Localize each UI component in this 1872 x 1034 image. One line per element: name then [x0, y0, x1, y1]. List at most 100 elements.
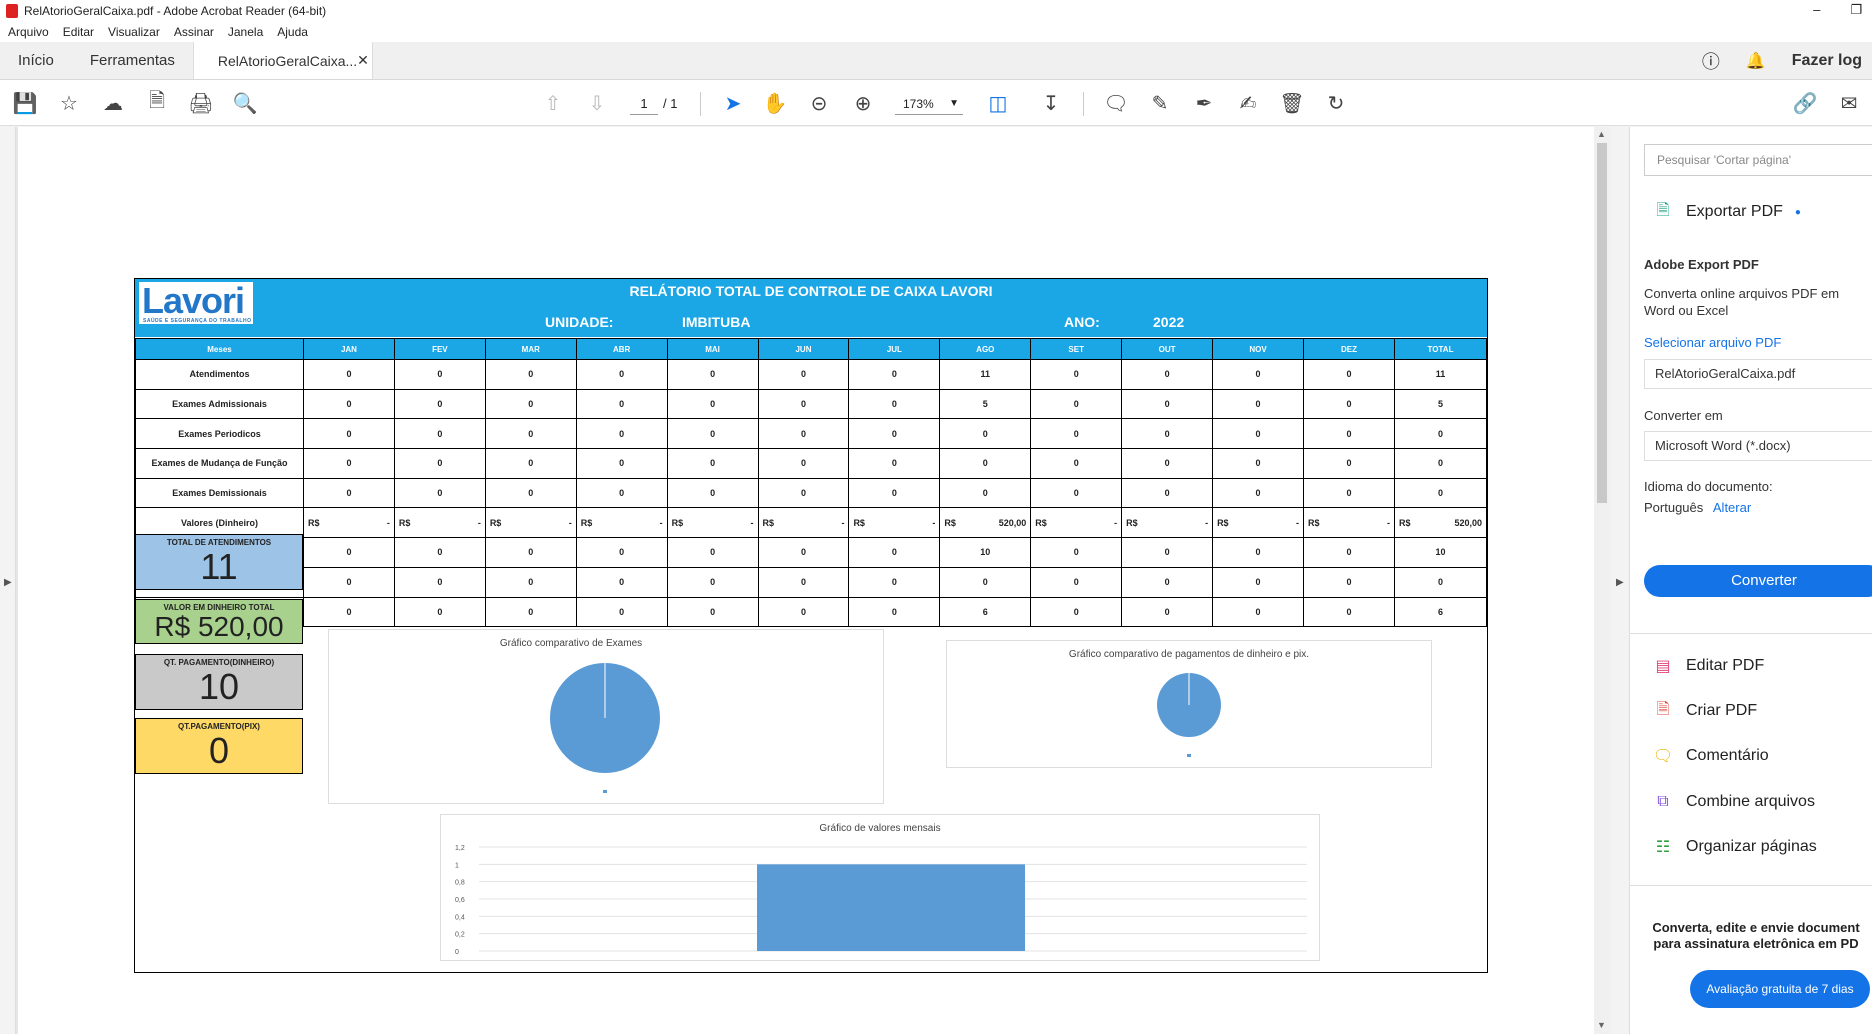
prev-page-icon[interactable]: ⇧: [540, 90, 566, 116]
table-cell: 0: [1212, 388, 1304, 420]
currency-symbol: R$: [1307, 517, 1320, 528]
comment-icon[interactable]: 🗨: [1103, 90, 1129, 116]
change-language-link[interactable]: Alterar: [1713, 500, 1751, 515]
table-cell: 0: [393, 566, 486, 598]
column-header: DEZ: [1302, 338, 1396, 360]
fit-page-icon[interactable]: ◫: [985, 90, 1011, 116]
sign-icon[interactable]: ✒: [1191, 90, 1217, 116]
hand-icon[interactable]: ✋: [762, 90, 788, 116]
tab-home[interactable]: Início: [0, 42, 72, 79]
menu-ajuda[interactable]: Ajuda: [277, 25, 308, 39]
tools-search-input[interactable]: Pesquisar 'Cortar página': [1644, 144, 1872, 176]
tool-edit-pdf[interactable]: ▤ Editar PDF: [1652, 655, 1764, 677]
trash-icon[interactable]: 🗑: [1279, 90, 1305, 116]
tab-tools[interactable]: Ferramentas: [72, 42, 193, 79]
table-cell: 0: [1121, 566, 1214, 598]
close-icon[interactable]: ✕: [357, 52, 369, 69]
table-cell: 0: [666, 596, 759, 628]
next-page-icon[interactable]: ⇩: [584, 90, 610, 116]
select-cursor-icon[interactable]: ➤: [720, 90, 746, 116]
table-cell: 0: [1302, 596, 1396, 628]
rotate-icon[interactable]: ↻: [1323, 90, 1349, 116]
highlight-pen-icon[interactable]: ✎: [1147, 90, 1173, 116]
table-cell: 0: [1030, 566, 1123, 598]
scrollbar-thumb[interactable]: [1597, 143, 1607, 503]
table-cell: 0: [666, 388, 759, 420]
convert-to-label: Converter em: [1644, 408, 1723, 423]
kpi-box: QT. PAGAMENTO(DINHEIRO) 10: [135, 654, 303, 710]
tool-create-pdf[interactable]: 🗎 Criar PDF: [1652, 700, 1758, 722]
table-cell: 0: [848, 477, 941, 509]
table-cell: 5: [939, 388, 1032, 420]
zoom-in-icon[interactable]: ⊕: [850, 90, 876, 116]
save-icon[interactable]: 💾: [12, 90, 38, 116]
kpi-value: 0: [208, 730, 230, 771]
tool-organize[interactable]: ☷ Organizar páginas: [1652, 836, 1817, 858]
table-cell: 0: [848, 537, 941, 568]
y-tick-label: 0: [455, 949, 459, 956]
edit-pdf-icon[interactable]: ✍: [1235, 90, 1261, 116]
zoom-search-icon[interactable]: 🔍: [232, 90, 258, 116]
zoom-value: 173%: [903, 97, 934, 111]
scroll-mode-icon[interactable]: ↧: [1038, 90, 1064, 116]
login-button[interactable]: Fazer log: [1792, 52, 1862, 70]
tool-comment[interactable]: 🗨 Comentário: [1652, 745, 1769, 767]
export-pdf-header[interactable]: 🗎 Exportar PDF ●: [1652, 201, 1801, 223]
select-file-link[interactable]: Selecionar arquivo PDF: [1644, 335, 1781, 350]
currency-symbol: R$: [1126, 517, 1138, 528]
export-pdf-icon: 🗎: [1656, 201, 1670, 219]
table-cell: 0: [303, 477, 395, 509]
zoom-out-icon[interactable]: ⊝: [806, 90, 832, 116]
table-row: Dinheiro(QTS)000000010000010: [135, 537, 1487, 568]
table-cell: 0: [393, 477, 486, 509]
promo-text: Converta, edite e envie document para as…: [1652, 920, 1860, 951]
convert-button[interactable]: Converter: [1644, 565, 1872, 597]
trial-button[interactable]: Avaliação gratuita de 7 dias: [1690, 970, 1870, 1008]
upload-cloud-icon[interactable]: ☁: [100, 90, 126, 116]
print-icon[interactable]: 🖨: [188, 90, 214, 116]
page-number-input[interactable]: 1: [630, 93, 658, 115]
bell-icon[interactable]: 🔔: [1746, 51, 1766, 71]
zoom-select[interactable]: 173% ▼: [895, 93, 963, 115]
menu-arquivo[interactable]: Arquivo: [8, 25, 49, 39]
table-cell: 0: [1302, 448, 1396, 479]
table-cell: 0: [575, 418, 668, 450]
menu-visualizar[interactable]: Visualizar: [108, 25, 160, 39]
table-cell: R$ -: [1212, 507, 1304, 539]
window-title: RelAtorioGeralCaixa.pdf - Adobe Acrobat …: [24, 4, 327, 18]
tab-document[interactable]: RelAtorioGeralCaixa... ✕: [192, 42, 373, 79]
column-header: Meses: [135, 338, 304, 360]
row-label: Atendimentos: [135, 359, 304, 390]
selected-file-field[interactable]: RelAtorioGeralCaixa.pdf: [1644, 359, 1872, 389]
scroll-down-icon[interactable]: ▼: [1597, 1020, 1606, 1030]
table-cell: 0: [1212, 418, 1304, 450]
vertical-scrollbar[interactable]: ▲ ▼: [1594, 127, 1610, 1034]
scroll-up-icon[interactable]: ▲: [1597, 129, 1606, 139]
table-cell: 0: [484, 418, 577, 450]
minimize-button[interactable]: –: [1813, 2, 1820, 18]
ano-value: 2022: [1153, 314, 1185, 330]
format-select[interactable]: Microsoft Word (*.docx): [1644, 431, 1872, 461]
mail-icon[interactable]: ✉: [1836, 90, 1862, 116]
table-cell: 0: [303, 418, 395, 450]
link-icon[interactable]: 🔗: [1792, 90, 1818, 116]
restore-button[interactable]: ❐: [1850, 2, 1862, 18]
menu-editar[interactable]: Editar: [63, 25, 94, 39]
table-cell: 11: [1394, 359, 1487, 390]
table-cell: 0: [666, 448, 759, 479]
table-cell: 0: [1394, 418, 1487, 450]
menu-janela[interactable]: Janela: [228, 25, 263, 39]
table-cell: 10: [939, 537, 1032, 568]
left-panel-toggle[interactable]: ▶: [0, 127, 16, 1034]
table-cell: R$ 520,00: [1394, 507, 1487, 539]
tool-combine[interactable]: ⧉ Combine arquivos: [1652, 791, 1815, 813]
star-icon[interactable]: ☆: [56, 90, 82, 116]
edit-pdf-tool-icon: ▤: [1655, 658, 1671, 675]
table-cell: 0: [484, 388, 577, 420]
right-panel-toggle[interactable]: ▶: [1610, 127, 1630, 1034]
file-search-icon[interactable]: 🗎: [144, 90, 170, 116]
help-icon[interactable]: ⓘ: [1702, 48, 1720, 74]
row-label: Exames de Mudança de Função: [135, 448, 304, 479]
table-cell: 0: [848, 359, 941, 390]
menu-assinar[interactable]: Assinar: [174, 25, 214, 39]
